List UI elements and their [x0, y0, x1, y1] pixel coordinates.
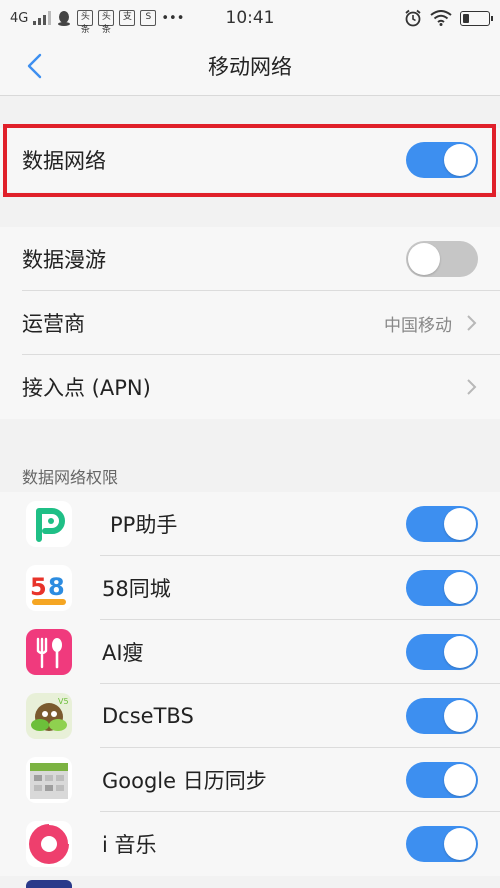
carrier-row[interactable]: 运营商 中国移动: [0, 291, 500, 355]
alipay-icon: 支: [119, 10, 136, 26]
app-name: AI瘦: [102, 641, 144, 665]
dcsetbs-icon: V5: [26, 693, 72, 739]
back-arrow-icon[interactable]: [22, 52, 50, 80]
status-bar: 4G 头条 头条 支 S ••• 10:41: [0, 0, 500, 36]
svg-text:V5: V5: [58, 697, 69, 706]
s-icon: S: [140, 10, 157, 26]
data-roaming-toggle[interactable]: [406, 241, 478, 277]
carrier-label: 运营商: [22, 312, 85, 336]
chevron-right-icon: [467, 315, 477, 331]
signal-icon: [33, 11, 52, 25]
ai-shou-icon: [26, 629, 72, 675]
i-music-icon: [26, 821, 72, 867]
app-data-toggle[interactable]: [406, 634, 478, 670]
battery-icon: [460, 10, 493, 26]
pp-assistant-icon: [26, 501, 72, 547]
svg-text:5: 5: [30, 573, 47, 601]
next-app-icon: [26, 880, 72, 888]
apn-row[interactable]: 接入点 (APN): [0, 355, 500, 419]
svg-text:8: 8: [48, 573, 65, 601]
app-name: PP助手: [110, 513, 178, 537]
wifi-icon: [430, 10, 452, 26]
toutiao-icon: 头条: [77, 10, 94, 35]
status-left: 4G 头条 头条 支 S •••: [10, 10, 404, 35]
app-data-toggle[interactable]: [406, 570, 478, 606]
permissions-header: 数据网络权限: [22, 468, 119, 487]
highlight-box: [3, 124, 496, 197]
app-data-toggle[interactable]: [406, 506, 478, 542]
toutiao-icon: 头条: [98, 10, 115, 35]
app-name: Google 日历同步: [102, 769, 267, 793]
chevron-right-icon: [467, 379, 477, 395]
app-row: 5 8 58同城: [0, 556, 500, 620]
app-name: 58同城: [102, 577, 171, 601]
app-row: i 音乐: [0, 812, 500, 876]
app-name: DcseTBS: [102, 704, 194, 728]
app-row: Google 日历同步: [0, 748, 500, 812]
app-row: PP助手: [0, 492, 500, 556]
app-row: V5 DcseTBS: [0, 684, 500, 748]
app-name: i 音乐: [102, 833, 157, 857]
58-tongcheng-icon: 5 8: [26, 565, 72, 611]
app-data-toggle[interactable]: [406, 698, 478, 734]
status-right: [404, 9, 493, 27]
carrier-value: 中国移动: [384, 315, 452, 336]
more-notifications: •••: [161, 10, 185, 26]
google-calendar-sync-icon: [26, 757, 72, 803]
alarm-icon: [405, 9, 421, 27]
page-title: 移动网络: [208, 54, 292, 79]
nav-bar: 移动网络: [0, 36, 500, 96]
data-roaming-row: 数据漫游: [0, 227, 500, 291]
apn-label: 接入点 (APN): [22, 376, 151, 400]
network-type: 4G: [10, 10, 29, 26]
qq-icon: [58, 11, 71, 26]
app-row: AI瘦: [0, 620, 500, 684]
app-data-toggle[interactable]: [406, 762, 478, 798]
app-data-toggle[interactable]: [406, 826, 478, 862]
data-roaming-label: 数据漫游: [22, 248, 106, 272]
